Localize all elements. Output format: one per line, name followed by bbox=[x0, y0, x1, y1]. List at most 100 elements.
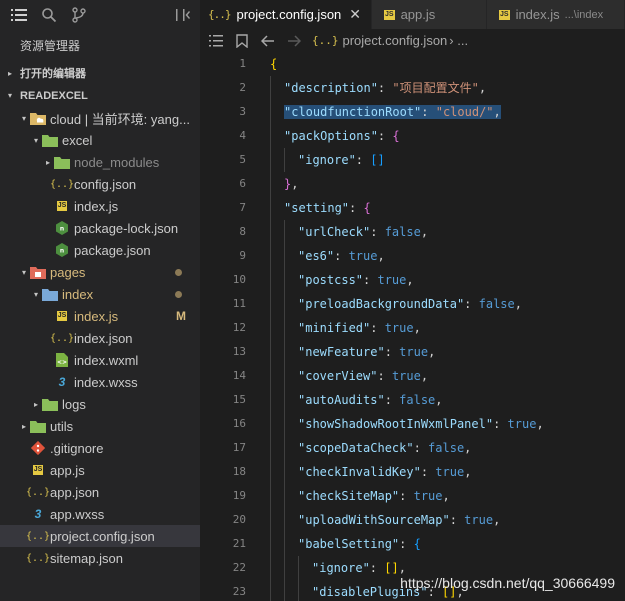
activity-icons bbox=[0, 0, 200, 29]
tree-item-pages-folder[interactable]: ▾ pages bbox=[0, 261, 200, 283]
code-line[interactable]: 11 "preloadBackgroundData": false, bbox=[200, 292, 625, 316]
root-folder-section[interactable]: ▾ READEXCEL bbox=[0, 85, 200, 107]
code-line[interactable]: 2 "description": "项目配置文件", bbox=[200, 76, 625, 100]
tree-item-app-js-file[interactable]: JS app.js bbox=[0, 459, 200, 481]
pages-folder-icon bbox=[30, 264, 46, 280]
tab-description: ...\index bbox=[564, 8, 604, 21]
tree-item-app-wxss-file[interactable]: 3 app.wxss bbox=[0, 503, 200, 525]
code-token: false bbox=[384, 225, 421, 239]
tree-item-sitemap-json-file[interactable]: {..} sitemap.json bbox=[0, 547, 200, 569]
tree-item-cloud-folder[interactable]: ▾ cloud | 当前环境: yang... bbox=[0, 107, 200, 129]
folder-icon bbox=[42, 132, 58, 148]
code-token: "description" bbox=[284, 81, 378, 95]
code-line[interactable]: 14 "coverView": true, bbox=[200, 364, 625, 388]
tree-item-utils-folder[interactable]: ▸ utils bbox=[0, 415, 200, 437]
tree-item-index-folder[interactable]: ▾ index bbox=[0, 283, 200, 305]
tree-item-node-modules-folder[interactable]: ▸ node_modules bbox=[0, 151, 200, 173]
file-tree: ▾ cloud | 当前环境: yang... ▾ excel ▸ node_module… bbox=[0, 107, 200, 569]
code-token: , bbox=[478, 81, 487, 95]
indent-guide bbox=[284, 484, 285, 508]
tree-item-pages-index-js-file[interactable]: JS index.js M bbox=[0, 305, 200, 327]
tree-item-project-config-json-file[interactable]: {..} project.config.json bbox=[0, 525, 200, 547]
code-token: , bbox=[464, 441, 472, 455]
tab-app-js[interactable]: JS app.js bbox=[372, 0, 487, 29]
breadcrumb-file[interactable]: project.config.json bbox=[343, 33, 448, 48]
code-token: true bbox=[435, 465, 465, 479]
tree-item-label: node_modules bbox=[74, 154, 160, 170]
code-line[interactable]: 8 "urlCheck": false, bbox=[200, 220, 625, 244]
indent-guide bbox=[270, 484, 271, 508]
code-text: { bbox=[246, 52, 277, 76]
tree-item-label: utils bbox=[50, 418, 74, 434]
code-line[interactable]: 18 "checkInvalidKey": true, bbox=[200, 460, 625, 484]
code-line[interactable]: 16 "showShadowRootInWxmlPanel": true, bbox=[200, 412, 625, 436]
code-line[interactable]: 9 "es6": true, bbox=[200, 244, 625, 268]
code-line[interactable]: 7 "setting": { bbox=[200, 196, 625, 220]
code-line[interactable]: 17 "scopeDataCheck": false, bbox=[200, 436, 625, 460]
code-line[interactable]: 1{ bbox=[200, 52, 625, 76]
collapse-sidebar-icon[interactable] bbox=[174, 6, 192, 24]
breadcrumb-more[interactable]: › ... bbox=[449, 33, 468, 48]
tab-index-js[interactable]: JS index.js ...\index bbox=[487, 0, 625, 29]
tree-item-excel-index-js-file[interactable]: JS index.js bbox=[0, 195, 200, 217]
tree-item-gitignore-file[interactable]: .gitignore bbox=[0, 437, 200, 459]
chevron-down-icon: ▾ bbox=[33, 135, 38, 145]
code-token: "ignore" bbox=[298, 153, 356, 167]
code-token: , bbox=[377, 249, 385, 263]
code-line[interactable]: 4 "packOptions": { bbox=[200, 124, 625, 148]
source-control-icon[interactable] bbox=[70, 6, 88, 24]
code-line[interactable]: 5 "ignore": [] bbox=[200, 148, 625, 172]
code-token: , bbox=[291, 177, 299, 191]
tab-project-config-json[interactable]: {..} project.config.json ✕ bbox=[200, 0, 372, 29]
code-line[interactable]: 6}, bbox=[200, 172, 625, 196]
indent-guide bbox=[270, 172, 271, 196]
tree-item-logs-folder[interactable]: ▸ logs bbox=[0, 393, 200, 415]
code-line[interactable]: 10 "postcss": true, bbox=[200, 268, 625, 292]
code-line[interactable]: 3 "cloudfunctionRoot": "cloud/", bbox=[200, 100, 625, 124]
tree-item-app-json-file[interactable]: {..} app.json bbox=[0, 481, 200, 503]
code-text: "ignore": [], bbox=[246, 556, 406, 580]
code-line[interactable]: 13 "newFeature": true, bbox=[200, 340, 625, 364]
forward-arrow-icon[interactable] bbox=[286, 33, 302, 49]
chevron-down-icon: ▾ bbox=[33, 289, 38, 299]
code-line[interactable]: 20 "uploadWithSourceMap": true, bbox=[200, 508, 625, 532]
tree-item-package-json-file[interactable]: n package.json bbox=[0, 239, 200, 261]
code-token: : bbox=[399, 489, 414, 503]
code-token: "项目配置文件" bbox=[392, 81, 479, 95]
code-editor[interactable]: 1{2 "description": "项目配置文件", 3 "cloudfuncti… bbox=[200, 52, 625, 601]
css-file-icon: 3 bbox=[58, 375, 66, 389]
line-number: 18 bbox=[232, 465, 246, 478]
code-text: "packOptions": { bbox=[246, 124, 400, 148]
tree-item-label: app.wxss bbox=[50, 506, 105, 522]
code-token: true bbox=[464, 513, 494, 527]
bookmark-icon[interactable] bbox=[234, 33, 250, 49]
code-line[interactable]: 15 "autoAudits": false, bbox=[200, 388, 625, 412]
line-number: 10 bbox=[232, 273, 246, 286]
back-arrow-icon[interactable] bbox=[260, 33, 276, 49]
code-line[interactable]: 21 "babelSetting": { bbox=[200, 532, 625, 556]
code-token: true bbox=[384, 321, 414, 335]
line-number: 7 bbox=[239, 201, 246, 214]
tree-item-index-json-file[interactable]: {..} index.json bbox=[0, 327, 200, 349]
outline-list-icon[interactable] bbox=[208, 33, 224, 49]
code-line[interactable]: 12 "minified": true, bbox=[200, 316, 625, 340]
tree-item-index-wxss-file[interactable]: 3 index.wxss bbox=[0, 371, 200, 393]
open-editors-section[interactable]: ▸ 打开的编辑器 bbox=[0, 63, 200, 85]
explorer-icon[interactable] bbox=[10, 6, 28, 24]
tree-item-package-lock-json-file[interactable]: n package-lock.json bbox=[0, 217, 200, 239]
tree-item-excel-folder[interactable]: ▾ excel bbox=[0, 129, 200, 151]
code-token: true bbox=[507, 417, 537, 431]
close-icon[interactable]: ✕ bbox=[349, 6, 361, 23]
indent-guide bbox=[270, 244, 271, 268]
search-icon[interactable] bbox=[40, 6, 58, 24]
code-token: , bbox=[442, 489, 450, 503]
indent-guide bbox=[270, 148, 271, 172]
tree-item-index-wxml-file[interactable]: <> index.wxml bbox=[0, 349, 200, 371]
tree-item-label: index bbox=[62, 286, 94, 302]
line-number: 21 bbox=[232, 537, 246, 550]
code-line[interactable]: 19 "checkSiteMap": true, bbox=[200, 484, 625, 508]
indent-guide bbox=[270, 76, 271, 100]
tree-item-config-json-file[interactable]: {..} config.json bbox=[0, 173, 200, 195]
code-text: "newFeature": true, bbox=[246, 340, 435, 364]
code-token: "setting" bbox=[284, 201, 350, 215]
